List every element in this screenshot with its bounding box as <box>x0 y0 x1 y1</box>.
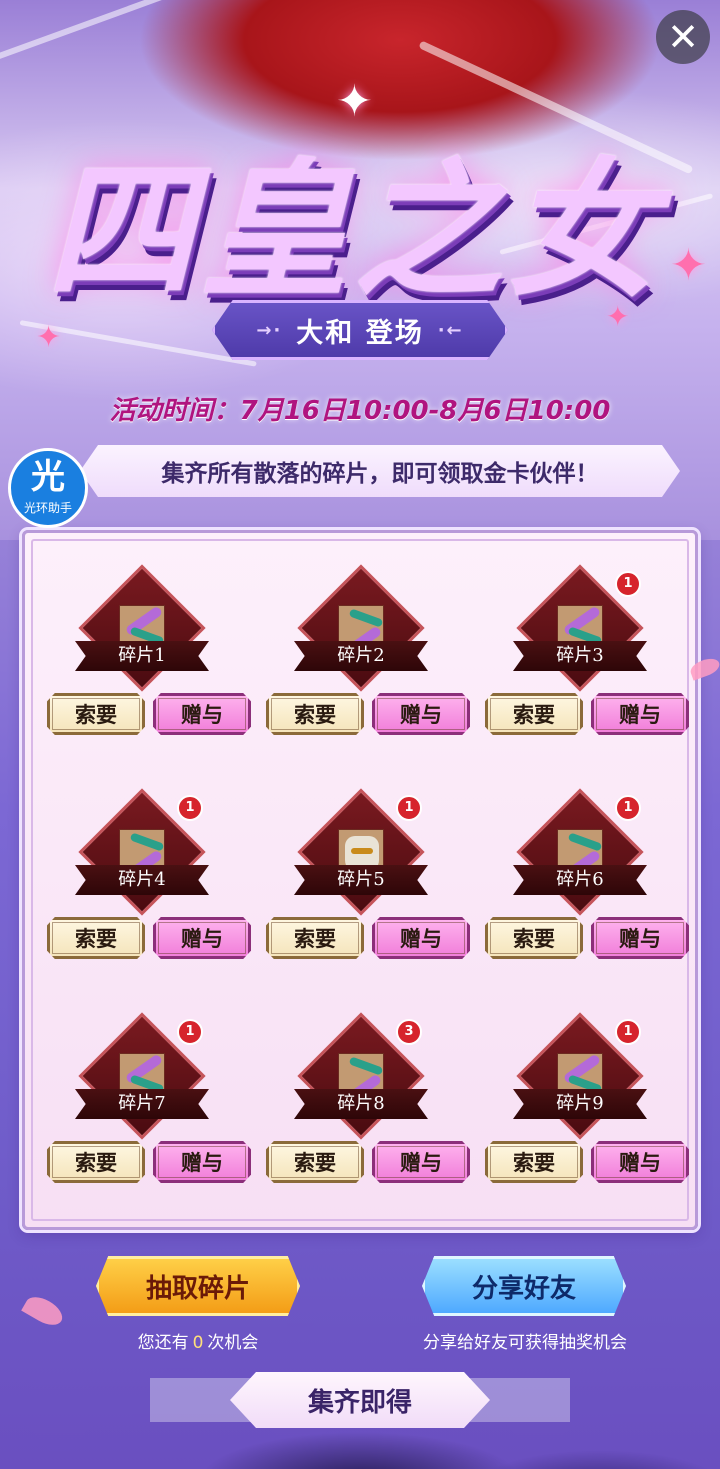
fragment-card: 碎片8 3 索要 赠与 <box>252 1001 470 1201</box>
close-button[interactable]: ✕ <box>656 10 710 64</box>
event-time: 活动时间：7月16日10:00-8月6日10:00 <box>109 396 611 426</box>
fragment-label: 碎片2 <box>294 641 428 671</box>
draw-chances-hint: 您还有 0 次机会 <box>96 1328 300 1353</box>
fragment-panel: 碎片1 索要 赠与 碎片2 索要 赠与 碎片3 1 索要 赠与 碎片4 1 索要 赠与 碎片5 1 索要 赠与 碎片… <box>22 530 698 1230</box>
subtitle-banner: →· 大和 登场 ·← <box>212 300 508 360</box>
banner-deco-right: ·← <box>437 319 464 341</box>
petal-decoration <box>21 1291 67 1331</box>
bottom-artwork <box>0 1420 720 1469</box>
request-fragment-button[interactable]: 索要 <box>47 917 145 959</box>
fragment-card: 碎片2 索要 赠与 <box>252 553 470 753</box>
fragment-card: 碎片5 1 索要 赠与 <box>252 777 470 977</box>
gift-fragment-button[interactable]: 赠与 <box>153 693 251 735</box>
request-fragment-button[interactable]: 索要 <box>266 917 364 959</box>
fragment-count-badge: 1 <box>177 795 203 821</box>
share-friends-button[interactable]: 分享好友 <box>422 1256 626 1316</box>
fragment-card: 碎片6 1 索要 赠与 <box>471 777 689 977</box>
gift-fragment-button[interactable]: 赠与 <box>591 693 689 735</box>
fragment-card: 碎片9 1 索要 赠与 <box>471 1001 689 1201</box>
gift-fragment-button[interactable]: 赠与 <box>591 1141 689 1183</box>
helper-label: 光环助手 <box>23 501 72 515</box>
fragment-card: 碎片1 索要 赠与 <box>33 553 251 753</box>
request-fragment-button[interactable]: 索要 <box>485 693 583 735</box>
fragment-count-badge: 1 <box>615 795 641 821</box>
fragment-label: 碎片7 <box>75 1089 209 1119</box>
fragment-label: 碎片6 <box>513 865 647 895</box>
helper-floating-icon[interactable]: 光 光环助手 <box>8 448 88 528</box>
fragment-count-badge: 3 <box>396 1019 422 1045</box>
fragment-label: 碎片9 <box>513 1089 647 1119</box>
draw-chances-count: 0 <box>192 1333 204 1353</box>
gift-fragment-button[interactable]: 赠与 <box>153 1141 251 1183</box>
event-title: 四皇之女 <box>37 143 697 317</box>
fragment-count-badge: 1 <box>615 571 641 597</box>
draw-fragment-button[interactable]: 抽取碎片 <box>96 1256 300 1316</box>
hint-suffix: 次机会 <box>207 1333 259 1353</box>
request-fragment-button[interactable]: 索要 <box>266 693 364 735</box>
notice-banner: 集齐所有散落的碎片，即可领取金卡伙伴！ <box>80 445 680 497</box>
request-fragment-button[interactable]: 索要 <box>47 1141 145 1183</box>
fragment-label: 碎片5 <box>294 865 428 895</box>
hint-prefix: 您还有 <box>137 1333 189 1353</box>
fragment-label: 碎片4 <box>75 865 209 895</box>
gift-fragment-button[interactable]: 赠与 <box>372 693 470 735</box>
fragment-label: 碎片1 <box>75 641 209 671</box>
sparkle-icon: ✦ <box>36 320 62 355</box>
gift-fragment-button[interactable]: 赠与 <box>153 917 251 959</box>
request-fragment-button[interactable]: 索要 <box>266 1141 364 1183</box>
subtitle-text: 大和 登场 <box>296 317 424 349</box>
fragment-count-badge: 1 <box>396 795 422 821</box>
fragment-count-badge: 1 <box>615 1019 641 1045</box>
share-hint: 分享给好友可获得抽奖机会 <box>423 1333 627 1353</box>
event-title-logo: 四皇之女 <box>37 110 696 317</box>
fragment-card: 碎片7 1 索要 赠与 <box>33 1001 251 1201</box>
helper-glyph: 光 <box>31 457 65 497</box>
fragment-card: 碎片3 1 索要 赠与 <box>471 553 689 753</box>
gift-fragment-button[interactable]: 赠与 <box>372 1141 470 1183</box>
request-fragment-button[interactable]: 索要 <box>47 693 145 735</box>
fragment-count-badge: 1 <box>177 1019 203 1045</box>
request-fragment-button[interactable]: 索要 <box>485 1141 583 1183</box>
gift-fragment-button[interactable]: 赠与 <box>591 917 689 959</box>
request-fragment-button[interactable]: 索要 <box>485 917 583 959</box>
fragment-label: 碎片8 <box>294 1089 428 1119</box>
banner-deco-left: →· <box>256 319 283 341</box>
fragment-card: 碎片4 1 索要 赠与 <box>33 777 251 977</box>
fragment-label: 碎片3 <box>513 641 647 671</box>
gift-fragment-button[interactable]: 赠与 <box>372 917 470 959</box>
